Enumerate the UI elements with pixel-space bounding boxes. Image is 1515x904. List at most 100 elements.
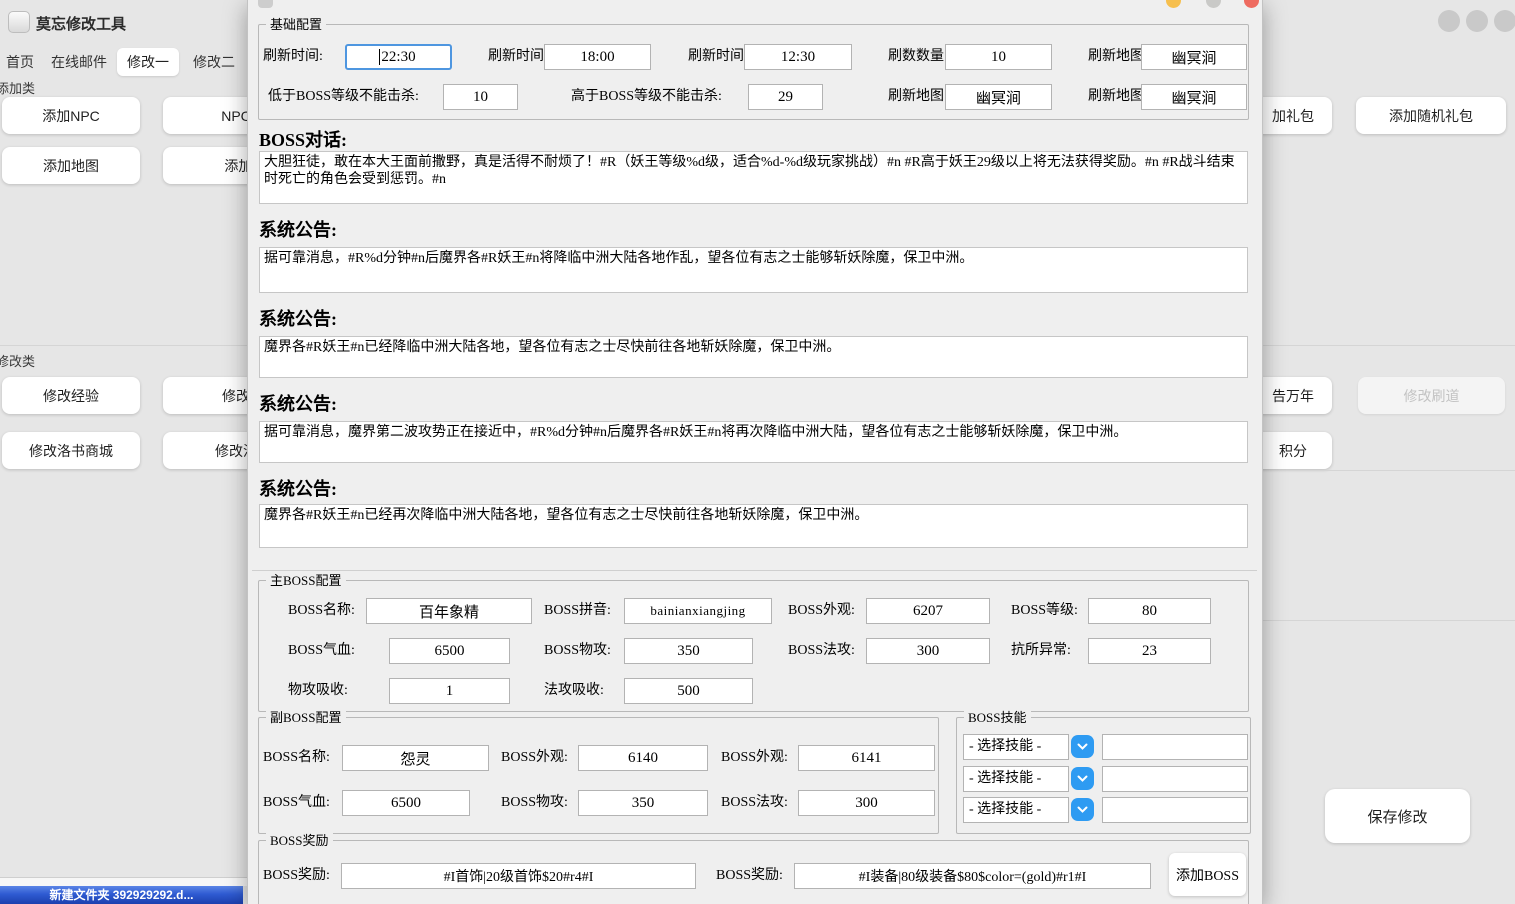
main-boss-name-input[interactable] bbox=[366, 598, 532, 624]
main-boss-matk-input[interactable] bbox=[866, 638, 990, 664]
sub-boss-look2-input[interactable] bbox=[798, 745, 935, 771]
tab-online-mail[interactable]: 在线邮件 bbox=[44, 48, 114, 76]
main-boss-resist-input[interactable] bbox=[1088, 638, 1211, 664]
window-title: 莫忘修改工具 bbox=[36, 13, 126, 34]
max-level-input[interactable] bbox=[748, 84, 823, 110]
main-boss-pabsorb-label: 物攻吸收: bbox=[288, 678, 348, 704]
right-divider-2 bbox=[1263, 620, 1515, 621]
window-control-3[interactable] bbox=[1494, 10, 1515, 32]
add-npc-button[interactable]: 添加NPC bbox=[2, 97, 140, 134]
main-boss-look-label: BOSS外观: bbox=[788, 598, 855, 624]
minimize-button[interactable] bbox=[1166, 0, 1181, 8]
sub-boss-patk-input[interactable] bbox=[578, 790, 708, 816]
window-control-2[interactable] bbox=[1466, 10, 1488, 32]
save-changes-button[interactable]: 保存修改 bbox=[1325, 789, 1470, 843]
add-gift-button-cut[interactable]: 加礼包 bbox=[1254, 97, 1332, 134]
announcement-1-heading: 系统公告: bbox=[259, 216, 337, 242]
reward-1-label: BOSS奖励: bbox=[263, 863, 330, 889]
sub-boss-name-label: BOSS名称: bbox=[263, 745, 330, 771]
announcement-1-textarea[interactable]: 据可靠消息，#R%d分钟#n后魔界各#R妖王#n将降临中洲大陆各地作乱，望各位有… bbox=[259, 247, 1248, 293]
main-boss-patk-label: BOSS物攻: bbox=[544, 638, 611, 664]
skill-value-2-input[interactable] bbox=[1102, 766, 1248, 792]
sub-boss-name-input[interactable] bbox=[342, 745, 489, 771]
sub-boss-matk-input[interactable] bbox=[798, 790, 935, 816]
refresh-time-1-input[interactable] bbox=[345, 44, 452, 70]
wannian-button-cut[interactable]: 告万年 bbox=[1254, 377, 1332, 414]
modify-luoshu-shop-button[interactable]: 修改洛书商城 bbox=[2, 432, 140, 469]
announcement-4-heading: 系统公告: bbox=[259, 475, 337, 501]
skill-select-1[interactable]: - 选择技能 - bbox=[963, 734, 1069, 760]
refresh-map-2-label: 刷新地图: bbox=[888, 84, 948, 110]
basic-config-legend: 基础配置 bbox=[266, 17, 326, 32]
refresh-map-3-label: 刷新地图: bbox=[1088, 84, 1148, 110]
text-caret bbox=[379, 49, 380, 65]
modify-exp-button[interactable]: 修改经验 bbox=[2, 377, 140, 414]
boss-dialogue-heading: BOSS对话: bbox=[259, 126, 347, 152]
window-control-1[interactable] bbox=[1438, 10, 1460, 32]
close-button[interactable] bbox=[1244, 0, 1259, 8]
sub-boss-legend: 副BOSS配置 bbox=[266, 710, 346, 725]
sub-boss-groupbox bbox=[258, 717, 939, 834]
refresh-time-3-label: 刷新时间: bbox=[688, 44, 748, 70]
min-level-label: 低于BOSS等级不能击杀: bbox=[268, 84, 419, 110]
skill-select-3[interactable]: - 选择技能 - bbox=[963, 797, 1069, 823]
add-boss-button[interactable]: 添加BOSS bbox=[1169, 853, 1246, 896]
main-boss-pinyin-label: BOSS拼音: bbox=[544, 598, 611, 624]
sub-boss-look2-label: BOSS外观: bbox=[721, 745, 788, 771]
group-label-modify: 修改类 bbox=[0, 351, 35, 370]
points-button-cut[interactable]: 积分 bbox=[1254, 432, 1332, 469]
tab-home[interactable]: 首页 bbox=[0, 48, 40, 76]
announcement-4-textarea[interactable]: 魔界各#R妖王#n已经再次降临中洲大陆各地，望各位有志之士尽快前往各地斩妖除魔，… bbox=[259, 504, 1248, 548]
refresh-map-2-input[interactable] bbox=[945, 84, 1052, 110]
main-boss-pinyin-input[interactable] bbox=[624, 598, 772, 624]
chevron-down-icon bbox=[1077, 806, 1088, 813]
refresh-map-3-input[interactable] bbox=[1141, 84, 1247, 110]
sub-boss-hp-input[interactable] bbox=[342, 790, 470, 816]
spawn-count-input[interactable] bbox=[945, 44, 1052, 70]
main-boss-patk-input[interactable] bbox=[624, 638, 753, 664]
refresh-time-1-label: 刷新时间: bbox=[263, 44, 323, 70]
dialog-divider bbox=[252, 570, 1257, 571]
boss-dialogue-textarea[interactable]: 大胆狂徒，敢在本大王面前撒野，真是活得不耐烦了！#R（妖王等级%d级，适合%d-… bbox=[259, 151, 1248, 204]
sub-boss-look1-input[interactable] bbox=[578, 745, 708, 771]
main-boss-hp-input[interactable] bbox=[389, 638, 510, 664]
main-boss-pabsorb-input[interactable] bbox=[389, 678, 510, 704]
taskbar-item[interactable]: 新建文件夹 392929292.d... bbox=[0, 886, 243, 904]
main-boss-look-input[interactable] bbox=[866, 598, 990, 624]
add-random-gift-button[interactable]: 添加随机礼包 bbox=[1356, 97, 1506, 134]
sub-boss-matk-label: BOSS法攻: bbox=[721, 790, 788, 816]
skill-value-3-input[interactable] bbox=[1102, 797, 1248, 823]
refresh-time-3-input[interactable] bbox=[744, 44, 852, 70]
modify-shuadao-button[interactable]: 修改刷道 bbox=[1358, 377, 1505, 414]
refresh-map-1-input[interactable] bbox=[1141, 44, 1247, 70]
reward-1-input[interactable] bbox=[341, 863, 696, 889]
sub-boss-patk-label: BOSS物攻: bbox=[501, 790, 568, 816]
main-boss-resist-label: 抗所异常: bbox=[1011, 638, 1071, 664]
min-level-input[interactable] bbox=[443, 84, 518, 110]
refresh-time-2-input[interactable] bbox=[544, 44, 651, 70]
add-map-button[interactable]: 添加地图 bbox=[2, 147, 140, 184]
app-icon bbox=[8, 11, 30, 33]
maximize-button[interactable] bbox=[1206, 0, 1221, 8]
tab-modify-1[interactable]: 修改一 bbox=[117, 48, 179, 76]
right-divider-1 bbox=[1263, 470, 1515, 471]
skill-value-1-input[interactable] bbox=[1102, 734, 1248, 760]
announcement-3-textarea[interactable]: 据可靠消息，魔界第二波攻势正在接近中，#R%d分钟#n后魔界各#R妖王#n将再次… bbox=[259, 421, 1248, 463]
boss-config-dialog: 基础配置 刷新时间: 刷新时间: 刷新时间: 刷数数量: 刷新地图: 低于BOS… bbox=[247, 0, 1263, 904]
skill-select-1-chevron-button[interactable] bbox=[1071, 735, 1094, 758]
boss-rewards-legend: BOSS奖励 bbox=[266, 833, 333, 848]
tab-modify-2[interactable]: 修改二 bbox=[183, 48, 245, 76]
skill-select-2[interactable]: - 选择技能 - bbox=[963, 766, 1069, 792]
bottom-strip bbox=[0, 877, 247, 886]
main-boss-mabsorb-input[interactable] bbox=[624, 678, 753, 704]
refresh-map-1-label: 刷新地图: bbox=[1088, 44, 1148, 70]
chevron-down-icon bbox=[1077, 775, 1088, 782]
main-boss-level-input[interactable] bbox=[1088, 598, 1211, 624]
skill-select-2-chevron-button[interactable] bbox=[1071, 767, 1094, 790]
announcement-2-textarea[interactable]: 魔界各#R妖王#n已经降临中洲大陆各地，望各位有志之士尽快前往各地斩妖除魔，保卫… bbox=[259, 336, 1248, 378]
boss-skills-legend: BOSS技能 bbox=[964, 710, 1031, 725]
dialog-icon bbox=[258, 0, 273, 8]
skill-select-3-chevron-button[interactable] bbox=[1071, 798, 1094, 821]
main-boss-level-label: BOSS等级: bbox=[1011, 598, 1078, 624]
reward-2-input[interactable] bbox=[794, 863, 1151, 889]
